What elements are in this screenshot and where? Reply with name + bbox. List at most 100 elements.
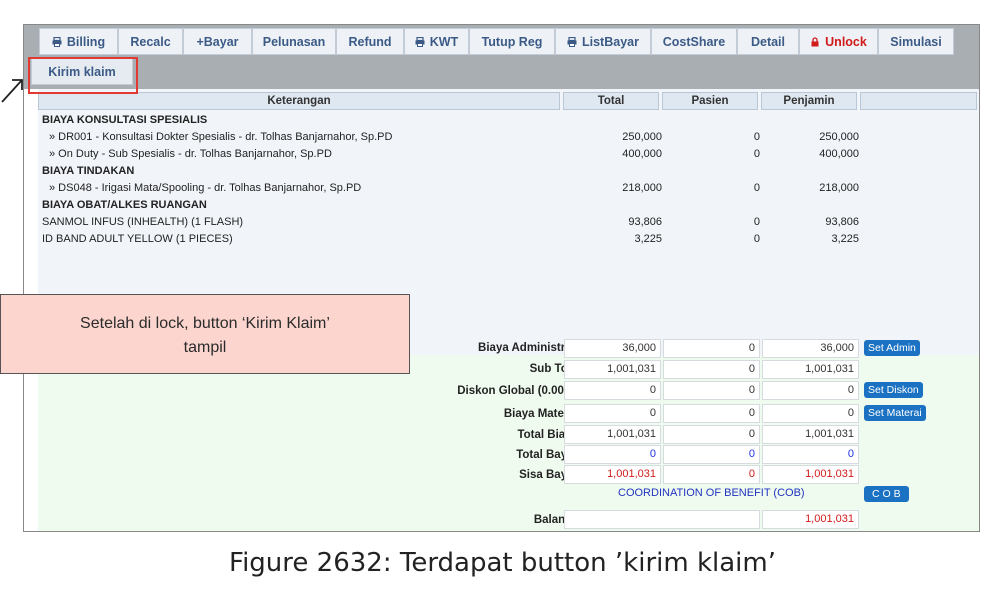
list-bayar-label: ListBayar [582, 34, 639, 49]
simulasi-label: Simulasi [890, 34, 942, 49]
row-label: BIAYA TINDAKAN [42, 165, 135, 177]
kwt-label: KWT [429, 34, 459, 49]
detail-label: Detail [750, 34, 786, 49]
sisa-bayar-penjamin-field: 1,001,031 [762, 465, 859, 484]
printer-icon [415, 36, 425, 47]
subtotal-pasien-field: 0 [663, 360, 760, 379]
header-penjamin: Penjamin [761, 92, 857, 110]
cob-title: COORDINATION OF BENEFIT (COB) [618, 487, 805, 499]
row-label: BIAYA OBAT/ALKES RUANGAN [42, 199, 207, 211]
printer-icon [567, 36, 577, 47]
pelunasan-label: Pelunasan [262, 34, 326, 49]
row-penjamin: 93,806 [825, 216, 859, 228]
refund-button[interactable]: Refund [336, 28, 404, 55]
balance-value-field: 1,001,031 [762, 510, 859, 529]
row-label: » On Duty - Sub Spesialis - dr. Tolhas B… [49, 148, 332, 160]
row-total: 93,806 [628, 216, 662, 228]
cob-button[interactable]: C O B [864, 486, 909, 502]
row-label: BIAYA KONSULTASI SPESIALIS [42, 114, 208, 126]
toolbar: Billing Recalc +Bayar Pelunasan Refund K… [24, 25, 979, 89]
sisa-bayar-pasien-field: 0 [663, 465, 760, 484]
table-row: » DS048 - Irigasi Mata/Spooling - dr. To… [42, 180, 977, 197]
row-total: 218,000 [622, 182, 662, 194]
header-keterangan: Keterangan [38, 92, 560, 110]
row-penjamin: 3,225 [831, 233, 859, 245]
section-row: BIAYA KONSULTASI SPESIALIS [42, 112, 977, 129]
simulasi-button[interactable]: Simulasi [878, 28, 954, 55]
row-pasien: 0 [753, 182, 760, 194]
materai-penjamin-field: 0 [762, 404, 859, 423]
row-label: » DR001 - Konsultasi Dokter Spesialis - … [49, 131, 393, 143]
diskon-penjamin-field: 0 [762, 381, 859, 400]
table-row: » On Duty - Sub Spesialis - dr. Tolhas B… [42, 146, 977, 163]
sisa-bayar-total-field: 1,001,031 [564, 465, 661, 484]
list-bayar-button[interactable]: ListBayar [555, 28, 651, 55]
admin-pasien-field: 0 [663, 339, 760, 358]
header-total: Total [563, 92, 659, 110]
row-pasien: 0 [753, 131, 760, 143]
total-bayar-pasien-field: 0 [663, 445, 760, 464]
diskon-pasien-field: 0 [663, 381, 760, 400]
total-bayar-total-field: 0 [564, 445, 661, 464]
row-pasien: 0 [753, 216, 760, 228]
kwt-button[interactable]: KWT [404, 28, 469, 55]
tutup-reg-button[interactable]: Tutup Reg [469, 28, 555, 55]
row-pasien: 0 [753, 148, 760, 160]
header-blank [860, 92, 977, 110]
section-row: BIAYA OBAT/ALKES RUANGAN [42, 197, 977, 214]
subtotal-penjamin-field: 1,001,031 [762, 360, 859, 379]
set-materai-button[interactable]: Set Materai [864, 405, 926, 421]
annotation-callout: Setelah di lock, button ‘Kirim Klaim’ ta… [0, 294, 410, 374]
tutup-reg-label: Tutup Reg [481, 34, 543, 49]
billing-button[interactable]: Billing [39, 28, 118, 55]
total-biaya-total-field: 1,001,031 [564, 425, 661, 444]
lock-icon [811, 36, 819, 46]
row-penjamin: 250,000 [819, 131, 859, 143]
pelunasan-button[interactable]: Pelunasan [252, 28, 336, 55]
row-penjamin: 218,000 [819, 182, 859, 194]
detail-button[interactable]: Detail [737, 28, 799, 55]
set-diskon-button[interactable]: Set Diskon [864, 382, 923, 398]
bayar-label: +Bayar [196, 34, 239, 49]
row-total: 3,225 [634, 233, 662, 245]
row-total: 400,000 [622, 148, 662, 160]
table-row: » DR001 - Konsultasi Dokter Spesialis - … [42, 129, 977, 146]
table-row: SANMOL INFUS (INHEALTH) (1 FLASH) 93,806… [42, 214, 977, 231]
balance-blank-field [564, 510, 760, 529]
row-label: SANMOL INFUS (INHEALTH) (1 FLASH) [42, 216, 244, 228]
recalc-label: Recalc [130, 34, 171, 49]
row-pasien: 0 [753, 233, 760, 245]
total-biaya-pasien-field: 0 [663, 425, 760, 444]
row-label: » DS048 - Irigasi Mata/Spooling - dr. To… [49, 182, 362, 194]
subtotal-total-field: 1,001,031 [564, 360, 661, 379]
total-bayar-penjamin-field: 0 [762, 445, 859, 464]
cost-share-label: CostShare [662, 34, 726, 49]
unlock-button[interactable]: Unlock [799, 28, 878, 55]
header-pasien: Pasien [662, 92, 758, 110]
materai-total-field: 0 [564, 404, 661, 423]
billing-window: Billing Recalc +Bayar Pelunasan Refund K… [23, 24, 980, 532]
materai-pasien-field: 0 [663, 404, 760, 423]
billing-label: Billing [66, 34, 106, 49]
cost-share-button[interactable]: CostShare [651, 28, 737, 55]
printer-icon [52, 36, 62, 47]
admin-penjamin-field: 36,000 [762, 339, 859, 358]
row-penjamin: 400,000 [819, 148, 859, 160]
highlight-box [28, 57, 138, 94]
set-admin-button[interactable]: Set Admin [864, 340, 920, 356]
total-biaya-penjamin-field: 1,001,031 [762, 425, 859, 444]
refund-label: Refund [348, 34, 392, 49]
bayar-button[interactable]: +Bayar [183, 28, 252, 55]
unlock-label: Unlock [825, 34, 867, 49]
callout-line-1: Setelah di lock, button ‘Kirim Klaim’ [80, 315, 330, 332]
recalc-button[interactable]: Recalc [118, 28, 183, 55]
diskon-total-field: 0 [564, 381, 661, 400]
pointer-arrow-icon [1, 79, 23, 103]
section-row: BIAYA TINDAKAN [42, 163, 977, 180]
row-total: 250,000 [622, 131, 662, 143]
admin-total-field: 36,000 [564, 339, 661, 358]
table-row: ID BAND ADULT YELLOW (1 PIECES) 3,225 0 … [42, 231, 977, 248]
callout-line-2: tampil [183, 339, 227, 356]
row-label: ID BAND ADULT YELLOW (1 PIECES) [42, 233, 233, 245]
figure-caption: Figure 2632: Terdapat button ’kirim klai… [229, 548, 776, 578]
